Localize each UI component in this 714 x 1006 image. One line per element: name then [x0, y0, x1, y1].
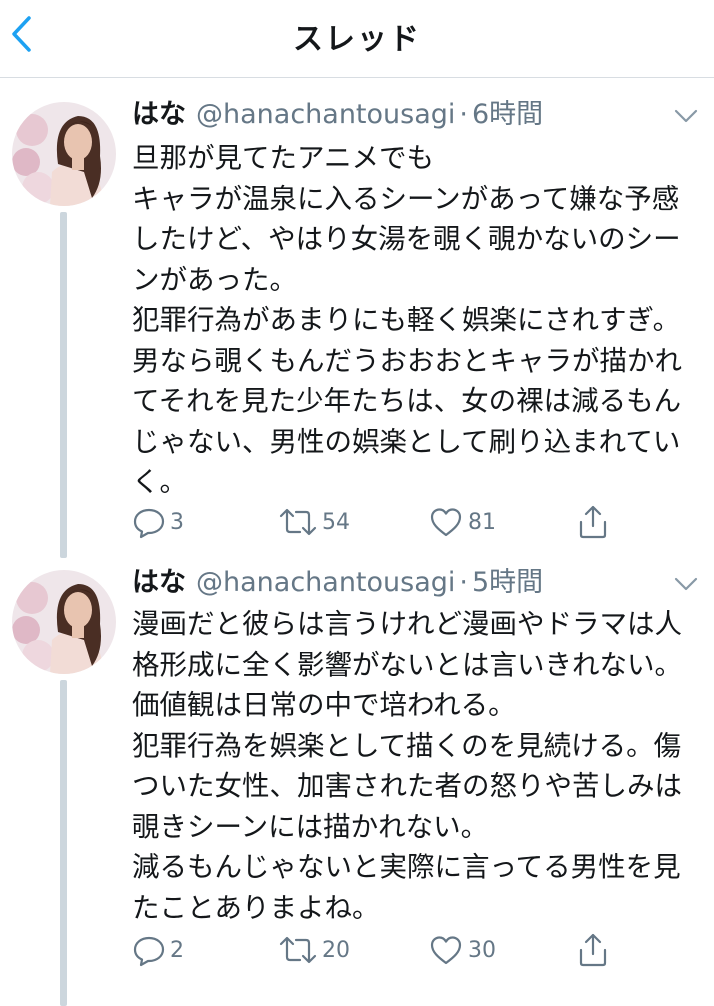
chevron-down-icon	[674, 577, 698, 591]
retweet-icon	[279, 508, 317, 536]
retweet-button[interactable]: 20	[278, 930, 350, 970]
tweet-menu-button[interactable]	[672, 570, 700, 598]
tweet-text: 旦那が見てたアニメでも キャラが温泉に入るシーンがあって嫌な予感 したけど、やは…	[132, 142, 682, 498]
avatar[interactable]	[12, 102, 116, 206]
tweet[interactable]: はな @hanachantousagi · 6時間 旦那が見てたアニメでも キャラが温…	[0, 80, 714, 558]
user-handle[interactable]: @hanachantousagi	[196, 99, 455, 130]
display-name[interactable]: はな	[132, 567, 186, 598]
thread-line	[60, 212, 67, 558]
retweet-button[interactable]: 54	[278, 502, 350, 542]
tweet[interactable]: はな @hanachantousagi · 5時間 漫画だと彼らは言うけれど漫画やドラ…	[0, 558, 714, 1006]
timestamp[interactable]: 5時間	[472, 567, 543, 598]
like-button[interactable]: 81	[428, 502, 496, 542]
share-button[interactable]	[576, 930, 610, 970]
avatar[interactable]	[12, 570, 116, 674]
like-count: 81	[468, 509, 496, 535]
page-title: スレッド	[293, 22, 421, 57]
separator: ·	[459, 99, 468, 130]
like-icon	[430, 936, 462, 965]
tweet-actions: 2 20 30	[132, 930, 692, 970]
share-button[interactable]	[576, 502, 610, 542]
reply-button[interactable]: 3	[132, 502, 184, 542]
user-handle[interactable]: @hanachantousagi	[196, 567, 455, 598]
tweet-text: 漫画だと彼らは言うけれど漫画やドラマは人 格形成に全く影響がないとは言いきれない…	[132, 608, 682, 924]
reply-button[interactable]: 2	[132, 930, 184, 970]
retweet-count: 54	[322, 509, 350, 535]
tweet-menu-button[interactable]	[672, 102, 700, 130]
display-name[interactable]: はな	[132, 99, 186, 130]
separator: ·	[459, 567, 468, 598]
like-button[interactable]: 30	[428, 930, 496, 970]
reply-icon	[133, 508, 165, 539]
like-count: 30	[468, 937, 496, 963]
timestamp[interactable]: 6時間	[472, 99, 543, 130]
reply-count: 3	[170, 509, 184, 535]
tweet-header: はな @hanachantousagi · 6時間	[132, 98, 674, 132]
like-icon	[430, 508, 462, 537]
retweet-icon	[279, 936, 317, 964]
share-icon	[579, 505, 607, 539]
tweet-header: はな @hanachantousagi · 5時間	[132, 566, 674, 600]
header-bar: スレッド	[0, 0, 714, 78]
reply-icon	[133, 936, 165, 967]
thread-line	[60, 680, 67, 1006]
reply-count: 2	[170, 937, 184, 963]
chevron-down-icon	[674, 109, 698, 123]
retweet-count: 20	[322, 937, 350, 963]
share-icon	[579, 933, 607, 967]
tweet-actions: 3 54 81	[132, 502, 692, 542]
